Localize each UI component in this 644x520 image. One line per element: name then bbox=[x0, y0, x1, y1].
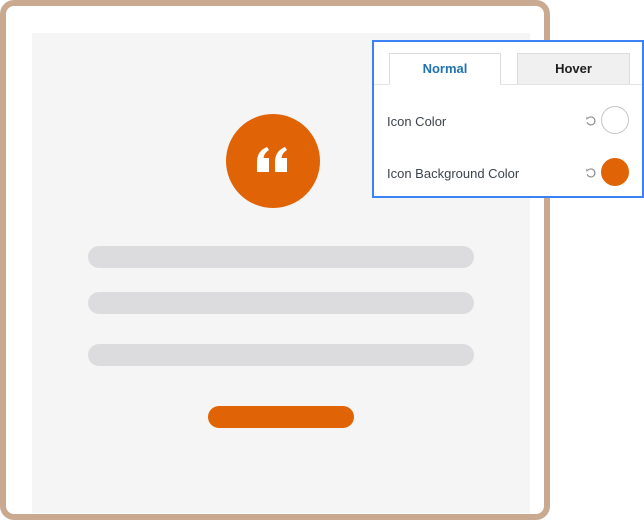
quote-icon bbox=[257, 147, 287, 172]
icon-color-label: Icon Color bbox=[387, 114, 447, 129]
icon-background-color-swatch[interactable] bbox=[601, 158, 629, 186]
icon-color-swatch[interactable] bbox=[601, 106, 629, 134]
state-tab-bar: Normal Hover bbox=[374, 42, 642, 85]
tab-hover[interactable]: Hover bbox=[517, 53, 630, 84]
tab-normal[interactable]: Normal bbox=[389, 53, 501, 85]
icon-background-color-setting: Icon Background Color bbox=[374, 154, 642, 194]
color-settings-panel: Normal Hover Icon Color Icon Background … bbox=[372, 40, 644, 198]
placeholder-button bbox=[208, 406, 354, 428]
reset-icon[interactable] bbox=[585, 115, 597, 127]
placeholder-text-line bbox=[88, 344, 474, 366]
placeholder-text-line bbox=[88, 246, 474, 268]
icon-background-color-label: Icon Background Color bbox=[387, 166, 520, 181]
quote-badge bbox=[226, 114, 320, 208]
reset-icon[interactable] bbox=[585, 167, 597, 179]
icon-color-setting: Icon Color bbox=[374, 102, 642, 142]
placeholder-text-line bbox=[88, 292, 474, 314]
